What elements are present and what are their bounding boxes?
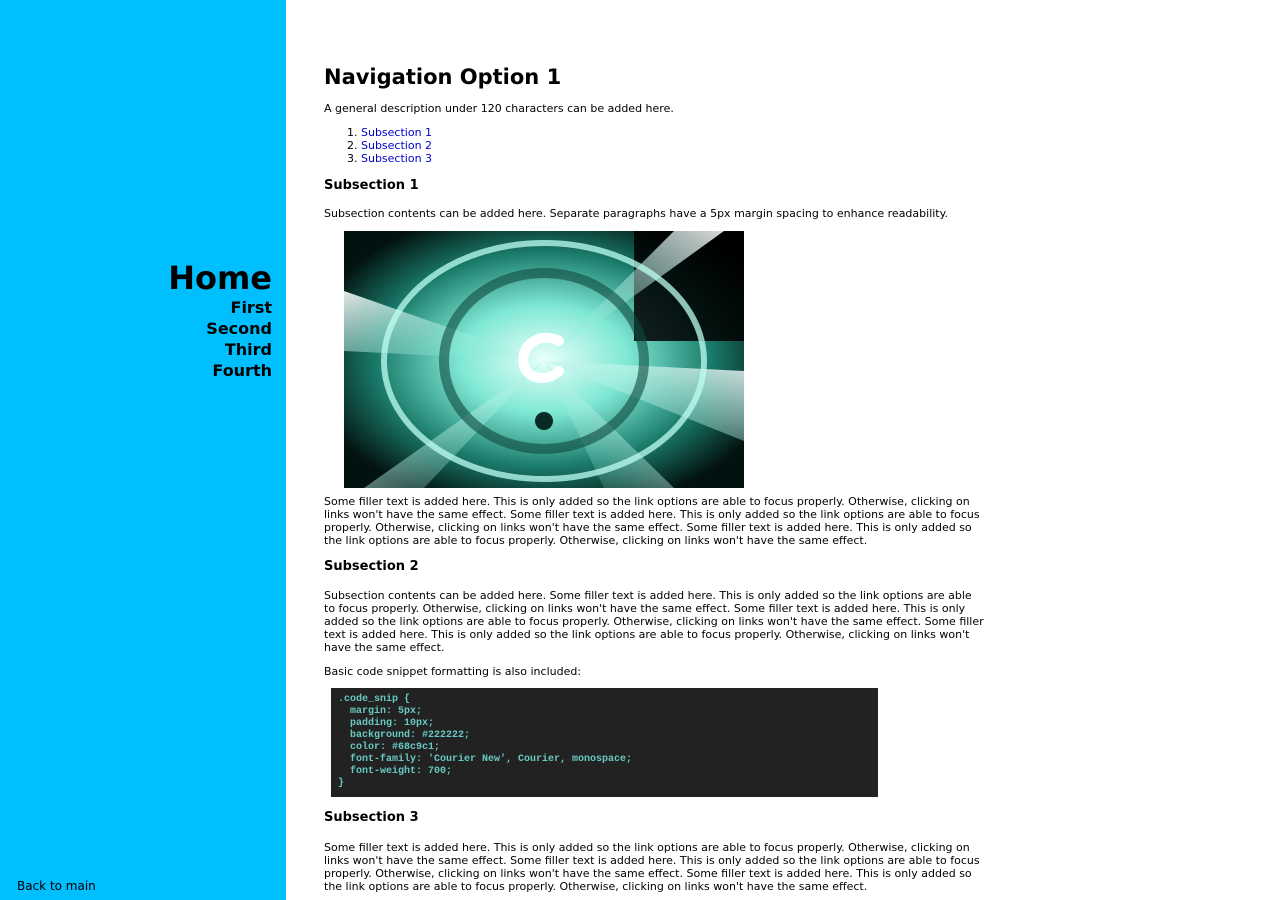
table-of-contents: Subsection 1 Subsection 2 Subsection 3 [324,126,432,165]
toc-link-subsection-1[interactable]: Subsection 1 [361,126,432,139]
nav-home-link[interactable]: Home [168,259,272,297]
subsection-1-heading: Subsection 1 [324,178,419,193]
nav-item-first[interactable]: First [168,297,272,318]
subsection-3-filler: Some filler text is added here. This is … [324,841,980,893]
subsection-2-heading: Subsection 2 [324,559,419,574]
toc-item: Subsection 2 [361,139,432,152]
code-snippet: .code_snip { margin: 5px; padding: 10px;… [331,688,878,797]
subsection-3-heading: Subsection 3 [324,810,419,825]
toc-link-subsection-2[interactable]: Subsection 2 [361,139,432,152]
nav-item-third[interactable]: Third [168,339,272,360]
page-title: Navigation Option 1 [324,65,562,89]
hero-image [344,231,744,488]
toc-item: Subsection 3 [361,152,432,165]
sidebar-nav: Home First Second Third Fourth [168,259,272,381]
subsection-1-intro: Subsection contents can be added here. S… [324,207,949,220]
code-snippet-label: Basic code snippet formatting is also in… [324,665,582,678]
subsection-2-intro: Subsection contents can be added here. S… [324,589,984,654]
sidebar: Home First Second Third Fourth Back to m… [0,0,286,900]
back-to-main-link[interactable]: Back to main [17,879,96,893]
page-description: A general description under 120 characte… [324,102,674,115]
toc-link-subsection-3[interactable]: Subsection 3 [361,152,432,165]
toc-item: Subsection 1 [361,126,432,139]
nav-item-fourth[interactable]: Fourth [168,360,272,381]
subsection-1-filler: Some filler text is added here. This is … [324,495,980,547]
nav-item-second[interactable]: Second [168,318,272,339]
main-content: Navigation Option 1 A general descriptio… [324,0,984,900]
